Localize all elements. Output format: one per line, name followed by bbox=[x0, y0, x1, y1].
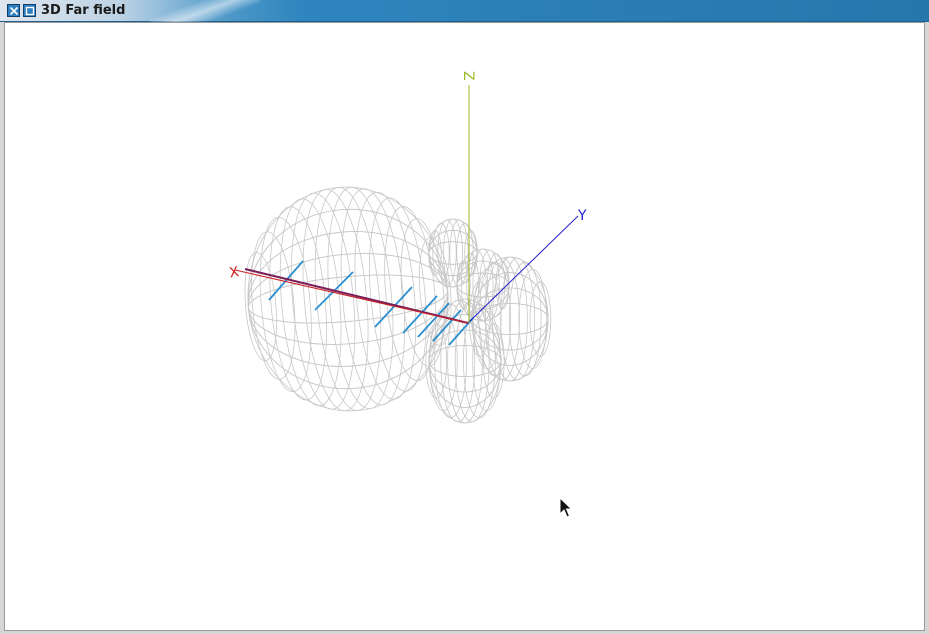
maximize-icon bbox=[25, 6, 35, 16]
antenna-element-3 bbox=[374, 286, 413, 328]
window-title: 3D Far field bbox=[41, 3, 126, 18]
close-button[interactable] bbox=[7, 4, 20, 17]
title-bar-sheen bbox=[150, 0, 260, 22]
close-icon bbox=[9, 6, 19, 16]
mouse-pointer-icon bbox=[559, 497, 573, 518]
render-area[interactable]: X Y Z bbox=[4, 22, 925, 631]
back-lobe-upper bbox=[456, 248, 510, 322]
z-axis-label: Z bbox=[460, 71, 476, 81]
far-field-window: 3D Far field X Y Z bbox=[0, 0, 929, 634]
x-axis-label: X bbox=[228, 264, 241, 281]
title-bar[interactable]: 3D Far field bbox=[0, 0, 929, 22]
y-axis-label: Y bbox=[577, 208, 587, 224]
antenna-element-1 bbox=[268, 260, 304, 301]
maximize-button[interactable] bbox=[23, 4, 36, 17]
3d-viewport[interactable]: X Y Z bbox=[5, 23, 924, 630]
radiation-pattern-mesh bbox=[244, 186, 552, 424]
y-axis-line bbox=[467, 215, 579, 324]
